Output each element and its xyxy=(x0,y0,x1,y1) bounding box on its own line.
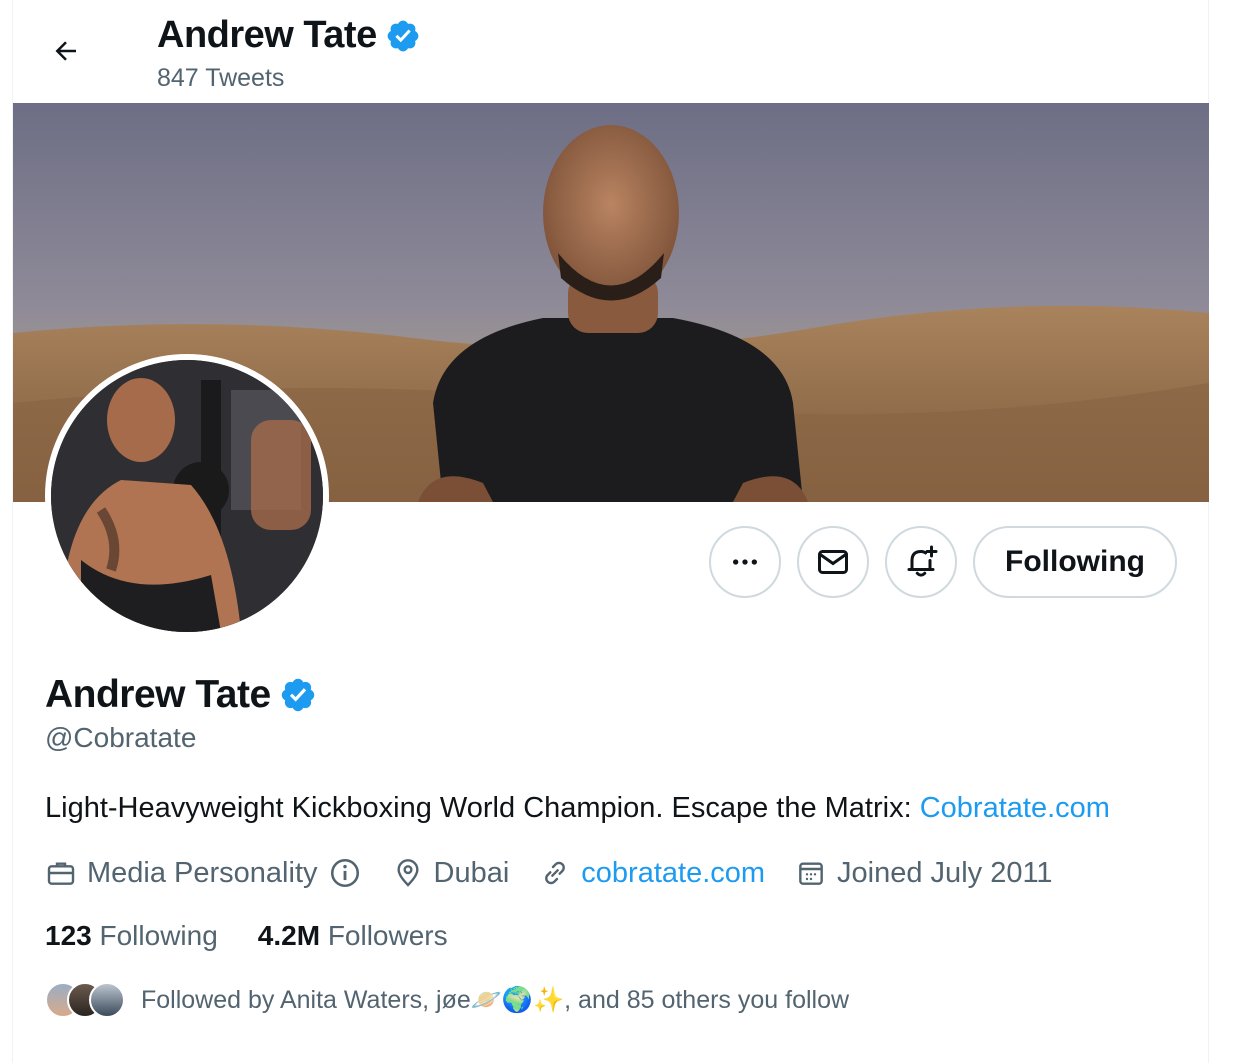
followers-label: Followers xyxy=(327,920,448,951)
location-text: Dubai xyxy=(433,856,510,889)
bio-text: Light-Heavyweight Kickboxing World Champ… xyxy=(45,792,912,824)
avatar-image xyxy=(51,360,323,632)
category-text: Media Personality xyxy=(87,856,318,889)
bell-plus-icon xyxy=(907,545,938,577)
profile-stats: 123 Following 4.2M Followers xyxy=(45,920,488,952)
tweet-count: 847 Tweets xyxy=(157,64,285,92)
website-item: cobratate.com xyxy=(539,857,765,890)
followers-count: 4.2M xyxy=(257,920,321,951)
verified-badge-icon xyxy=(387,20,419,51)
info-icon[interactable] xyxy=(328,856,362,890)
arrow-left-icon xyxy=(55,41,76,61)
briefcase-icon xyxy=(47,862,75,885)
profile-name-text: Andrew Tate xyxy=(45,673,271,716)
follower-avatar xyxy=(89,982,125,1018)
link-icon xyxy=(545,861,566,885)
following-label: Following xyxy=(99,920,218,951)
message-button[interactable] xyxy=(797,526,869,598)
location-item: Dubai xyxy=(392,856,510,890)
calendar-icon xyxy=(799,862,823,885)
profile-meta: Media Personality Dubai cobratate.com Jo… xyxy=(45,856,1083,890)
notifications-button[interactable] xyxy=(885,526,957,598)
profile-page: Andrew Tate 847 Tweets Following Andrew … xyxy=(12,0,1209,1063)
header-title: Andrew Tate xyxy=(157,14,421,57)
location-pin-icon xyxy=(396,859,419,887)
verified-badge-icon xyxy=(281,678,314,712)
followed-by-text: Followed by Anita Waters, jøe🪐🌍✨, and 85… xyxy=(141,985,850,1014)
envelope-icon xyxy=(818,550,848,574)
back-button[interactable] xyxy=(43,28,89,74)
followers-count-link[interactable]: 4.2M Followers xyxy=(258,920,448,952)
profile-bio: Light-Heavyweight Kickboxing World Champ… xyxy=(45,792,1110,825)
profile-name: Andrew Tate xyxy=(45,673,317,717)
category-item: Media Personality xyxy=(45,856,362,890)
following-button[interactable]: Following xyxy=(973,526,1177,598)
followed-by-avatars xyxy=(45,982,129,1018)
following-count: 123 xyxy=(45,920,92,951)
more-dots-icon xyxy=(733,559,757,565)
website-link[interactable]: cobratate.com xyxy=(581,857,765,890)
joined-text: Joined July 2011 xyxy=(837,856,1053,889)
following-count-link[interactable]: 123 Following xyxy=(45,920,218,952)
profile-handle: @Cobratate xyxy=(45,722,197,753)
more-options-button[interactable] xyxy=(709,526,781,598)
joined-item: Joined July 2011 xyxy=(795,857,1053,890)
profile-avatar[interactable] xyxy=(45,354,329,638)
header-name-text: Andrew Tate xyxy=(157,14,377,56)
bio-link[interactable]: Cobratate.com xyxy=(920,792,1110,824)
followed-by[interactable]: Followed by Anita Waters, jøe🪐🌍✨, and 85… xyxy=(45,982,849,1018)
